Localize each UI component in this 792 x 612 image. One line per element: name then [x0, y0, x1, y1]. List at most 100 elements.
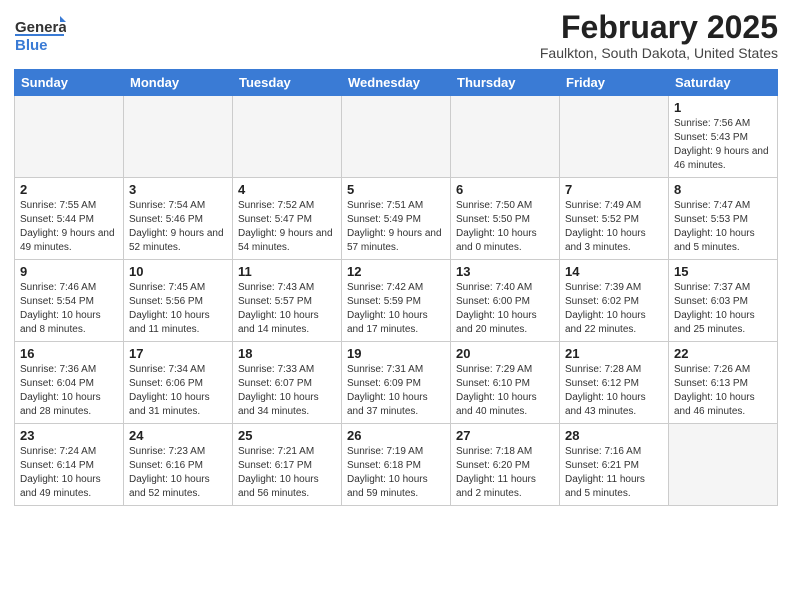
col-wednesday: Wednesday — [342, 70, 451, 96]
day-info: Sunrise: 7:33 AM Sunset: 6:07 PM Dayligh… — [238, 363, 336, 419]
day-info: Sunrise: 7:18 AM Sunset: 6:20 PM Dayligh… — [456, 445, 554, 501]
day-cell-w2-d5: 14 Sunrise: 7:39 AM Sunset: 6:02 PM Dayli… — [560, 260, 669, 342]
day-cell-w3-d2: 18 Sunrise: 7:33 AM Sunset: 6:07 PM Dayli… — [233, 342, 342, 424]
day-cell-w4-d1: 24 Sunrise: 7:23 AM Sunset: 6:16 PM Dayli… — [124, 424, 233, 506]
day-info: Sunrise: 7:31 AM Sunset: 6:09 PM Dayligh… — [347, 363, 445, 419]
day-info: Sunrise: 7:21 AM Sunset: 6:17 PM Dayligh… — [238, 445, 336, 501]
day-info: Sunrise: 7:45 AM Sunset: 5:56 PM Dayligh… — [129, 281, 227, 337]
day-number: 21 — [565, 346, 663, 361]
day-number: 4 — [238, 182, 336, 197]
header: General Blue February 2025 Faulkton, Sou… — [14, 10, 778, 61]
day-cell-w0-d2 — [233, 96, 342, 178]
day-number: 15 — [674, 264, 772, 279]
day-number: 11 — [238, 264, 336, 279]
day-info: Sunrise: 7:51 AM Sunset: 5:49 PM Dayligh… — [347, 199, 445, 255]
day-info: Sunrise: 7:29 AM Sunset: 6:10 PM Dayligh… — [456, 363, 554, 419]
day-number: 14 — [565, 264, 663, 279]
week-row-0: 1 Sunrise: 7:56 AM Sunset: 5:43 PM Daylig… — [15, 96, 778, 178]
day-number: 25 — [238, 428, 336, 443]
day-number: 24 — [129, 428, 227, 443]
day-cell-w2-d1: 10 Sunrise: 7:45 AM Sunset: 5:56 PM Dayli… — [124, 260, 233, 342]
day-info: Sunrise: 7:55 AM Sunset: 5:44 PM Dayligh… — [20, 199, 118, 255]
day-cell-w3-d1: 17Sunrise: 7:34 AM Sunset: 6:06 PM Dayli… — [124, 342, 233, 424]
day-info: Sunrise: 7:52 AM Sunset: 5:47 PM Dayligh… — [238, 199, 336, 255]
day-info: Sunrise: 7:42 AM Sunset: 5:59 PM Dayligh… — [347, 281, 445, 337]
day-info: Sunrise: 7:24 AM Sunset: 6:14 PM Dayligh… — [20, 445, 118, 501]
day-number: 23 — [20, 428, 118, 443]
day-number: 17 — [129, 346, 227, 361]
svg-text:General: General — [15, 19, 66, 36]
day-info: Sunrise: 7:39 AM Sunset: 6:02 PM Dayligh… — [565, 281, 663, 337]
logo: General Blue — [14, 10, 66, 58]
col-sunday: Sunday — [15, 70, 124, 96]
svg-text:Blue: Blue — [15, 37, 48, 54]
day-info: Sunrise: 7:36 AM Sunset: 6:04 PM Dayligh… — [20, 363, 118, 419]
day-number: 12 — [347, 264, 445, 279]
day-cell-w4-d4: 27 Sunrise: 7:18 AM Sunset: 6:20 PM Dayli… — [451, 424, 560, 506]
day-cell-w1-d2: 4 Sunrise: 7:52 AM Sunset: 5:47 PM Daylig… — [233, 178, 342, 260]
day-cell-w4-d3: 26Sunrise: 7:19 AM Sunset: 6:18 PM Dayli… — [342, 424, 451, 506]
day-info: Sunrise: 7:28 AM Sunset: 6:12 PM Dayligh… — [565, 363, 663, 419]
day-number: 27 — [456, 428, 554, 443]
day-cell-w1-d0: 2Sunrise: 7:55 AM Sunset: 5:44 PM Daylig… — [15, 178, 124, 260]
day-cell-w1-d1: 3 Sunrise: 7:54 AM Sunset: 5:46 PM Daylig… — [124, 178, 233, 260]
day-cell-w2-d2: 11 Sunrise: 7:43 AM Sunset: 5:57 PM Dayli… — [233, 260, 342, 342]
col-saturday: Saturday — [669, 70, 778, 96]
day-info: Sunrise: 7:43 AM Sunset: 5:57 PM Dayligh… — [238, 281, 336, 337]
day-number: 20 — [456, 346, 554, 361]
day-info: Sunrise: 7:50 AM Sunset: 5:50 PM Dayligh… — [456, 199, 554, 255]
day-cell-w0-d6: 1 Sunrise: 7:56 AM Sunset: 5:43 PM Daylig… — [669, 96, 778, 178]
day-number: 1 — [674, 100, 772, 115]
day-info: Sunrise: 7:54 AM Sunset: 5:46 PM Dayligh… — [129, 199, 227, 255]
day-cell-w1-d4: 6 Sunrise: 7:50 AM Sunset: 5:50 PM Daylig… — [451, 178, 560, 260]
day-info: Sunrise: 7:49 AM Sunset: 5:52 PM Dayligh… — [565, 199, 663, 255]
calendar-table: Sunday Monday Tuesday Wednesday Thursday… — [14, 69, 778, 506]
col-monday: Monday — [124, 70, 233, 96]
day-cell-w2-d0: 9 Sunrise: 7:46 AM Sunset: 5:54 PM Daylig… — [15, 260, 124, 342]
title-block: February 2025 Faulkton, South Dakota, Un… — [540, 10, 778, 61]
calendar-header-row: Sunday Monday Tuesday Wednesday Thursday… — [15, 70, 778, 96]
day-cell-w2-d6: 15 Sunrise: 7:37 AM Sunset: 6:03 PM Dayli… — [669, 260, 778, 342]
location: Faulkton, South Dakota, United States — [540, 45, 778, 61]
day-number: 16 — [20, 346, 118, 361]
month-title: February 2025 — [540, 10, 778, 45]
day-number: 18 — [238, 346, 336, 361]
col-friday: Friday — [560, 70, 669, 96]
week-row-3: 16 Sunrise: 7:36 AM Sunset: 6:04 PM Dayli… — [15, 342, 778, 424]
day-cell-w3-d3: 19 Sunrise: 7:31 AM Sunset: 6:09 PM Dayli… — [342, 342, 451, 424]
day-cell-w4-d0: 23 Sunrise: 7:24 AM Sunset: 6:14 PM Dayli… — [15, 424, 124, 506]
day-cell-w4-d5: 28 Sunrise: 7:16 AM Sunset: 6:21 PM Dayli… — [560, 424, 669, 506]
day-number: 3 — [129, 182, 227, 197]
day-cell-w0-d0 — [15, 96, 124, 178]
day-cell-w1-d5: 7Sunrise: 7:49 AM Sunset: 5:52 PM Daylig… — [560, 178, 669, 260]
day-number: 19 — [347, 346, 445, 361]
day-info: Sunrise: 7:40 AM Sunset: 6:00 PM Dayligh… — [456, 281, 554, 337]
day-cell-w3-d6: 22Sunrise: 7:26 AM Sunset: 6:13 PM Dayli… — [669, 342, 778, 424]
day-cell-w0-d3 — [342, 96, 451, 178]
day-cell-w0-d1 — [124, 96, 233, 178]
logo-svg: General Blue — [14, 14, 66, 58]
day-number: 10 — [129, 264, 227, 279]
week-row-1: 2Sunrise: 7:55 AM Sunset: 5:44 PM Daylig… — [15, 178, 778, 260]
day-number: 28 — [565, 428, 663, 443]
day-info: Sunrise: 7:47 AM Sunset: 5:53 PM Dayligh… — [674, 199, 772, 255]
day-number: 9 — [20, 264, 118, 279]
day-cell-w4-d6 — [669, 424, 778, 506]
day-number: 13 — [456, 264, 554, 279]
day-info: Sunrise: 7:19 AM Sunset: 6:18 PM Dayligh… — [347, 445, 445, 501]
day-info: Sunrise: 7:26 AM Sunset: 6:13 PM Dayligh… — [674, 363, 772, 419]
day-info: Sunrise: 7:56 AM Sunset: 5:43 PM Dayligh… — [674, 117, 772, 173]
day-cell-w3-d4: 20 Sunrise: 7:29 AM Sunset: 6:10 PM Dayli… — [451, 342, 560, 424]
day-info: Sunrise: 7:37 AM Sunset: 6:03 PM Dayligh… — [674, 281, 772, 337]
day-info: Sunrise: 7:23 AM Sunset: 6:16 PM Dayligh… — [129, 445, 227, 501]
day-cell-w3-d0: 16 Sunrise: 7:36 AM Sunset: 6:04 PM Dayli… — [15, 342, 124, 424]
week-row-2: 9 Sunrise: 7:46 AM Sunset: 5:54 PM Daylig… — [15, 260, 778, 342]
day-cell-w2-d3: 12 Sunrise: 7:42 AM Sunset: 5:59 PM Dayli… — [342, 260, 451, 342]
day-cell-w4-d2: 25 Sunrise: 7:21 AM Sunset: 6:17 PM Dayli… — [233, 424, 342, 506]
day-info: Sunrise: 7:16 AM Sunset: 6:21 PM Dayligh… — [565, 445, 663, 501]
col-thursday: Thursday — [451, 70, 560, 96]
day-info: Sunrise: 7:46 AM Sunset: 5:54 PM Dayligh… — [20, 281, 118, 337]
day-cell-w2-d4: 13 Sunrise: 7:40 AM Sunset: 6:00 PM Dayli… — [451, 260, 560, 342]
day-number: 6 — [456, 182, 554, 197]
day-number: 5 — [347, 182, 445, 197]
